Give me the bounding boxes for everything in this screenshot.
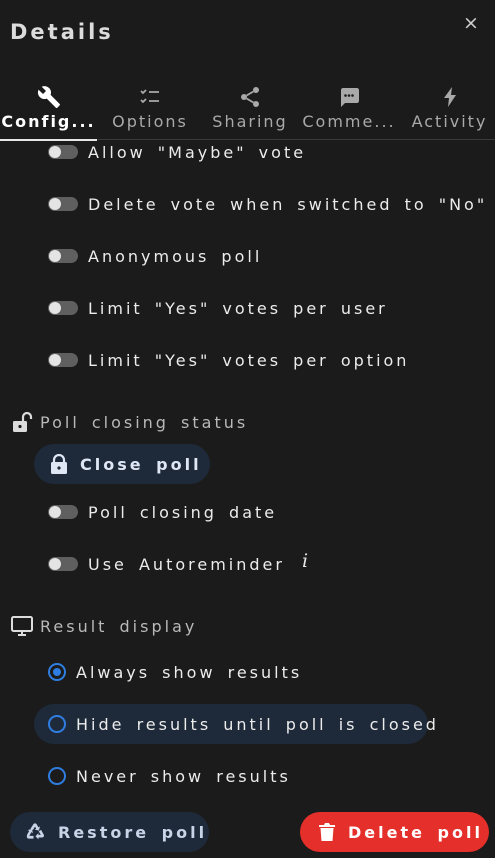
toggle-row-autoreminder: Use Autoreminder bbox=[48, 551, 285, 577]
wrench-icon bbox=[37, 86, 60, 108]
share-icon bbox=[241, 87, 259, 107]
toggle-row-anonymous: Anonymous poll bbox=[48, 243, 262, 269]
tab-configuration[interactable]: Config... bbox=[0, 80, 97, 141]
close-poll-button[interactable]: Close poll bbox=[34, 444, 210, 484]
lightning-icon bbox=[443, 87, 456, 107]
toggle-label: Limit "Yes" votes per option bbox=[88, 350, 410, 370]
result-option-always[interactable]: Always show results bbox=[34, 652, 302, 692]
recycle-icon bbox=[26, 823, 45, 840]
tab-label: Comme... bbox=[302, 112, 396, 131]
allow-maybe-toggle[interactable] bbox=[48, 145, 78, 159]
section-title: Result display bbox=[40, 616, 198, 636]
result-display-heading: Result display bbox=[10, 613, 197, 639]
toggle-label: Allow "Maybe" vote bbox=[88, 142, 307, 162]
close-poll-label: Close poll bbox=[80, 454, 202, 474]
tab-label: Activity bbox=[411, 112, 488, 131]
delete-poll-button[interactable]: Delete poll bbox=[300, 812, 489, 852]
radio-label: Always show results bbox=[76, 662, 303, 682]
toggle-row-allow-maybe: Allow "Maybe" vote bbox=[48, 139, 306, 165]
radio-button[interactable] bbox=[48, 715, 66, 733]
delete-vote-toggle[interactable] bbox=[48, 197, 78, 211]
delete-poll-label: Delete poll bbox=[348, 822, 483, 842]
tab-bar: Config... Options Sharing Comme... Activ… bbox=[0, 80, 495, 141]
toggle-row-delete-vote: Delete vote when switched to "No" bbox=[48, 191, 487, 217]
anonymous-poll-toggle[interactable] bbox=[48, 249, 78, 263]
result-option-never[interactable]: Never show results bbox=[34, 756, 291, 796]
panel-title: Details bbox=[10, 20, 114, 44]
monitor-icon bbox=[11, 616, 33, 636]
autoreminder-toggle[interactable] bbox=[48, 557, 78, 571]
section-title: Poll closing status bbox=[40, 412, 249, 432]
radio-label: Hide results until poll is closed bbox=[76, 714, 439, 734]
toggle-label: Poll closing date bbox=[88, 502, 278, 522]
tab-activity[interactable]: Activity bbox=[404, 80, 495, 140]
tab-label: Sharing bbox=[212, 112, 288, 131]
toggle-label: Anonymous poll bbox=[88, 246, 263, 266]
toggle-label: Limit "Yes" votes per user bbox=[88, 298, 388, 318]
radio-button[interactable] bbox=[48, 767, 66, 785]
checklist-icon bbox=[140, 89, 159, 104]
unlock-icon bbox=[13, 411, 33, 432]
info-icon[interactable]: i bbox=[302, 550, 308, 572]
restore-poll-label: Restore poll bbox=[58, 822, 208, 842]
close-icon[interactable]: × bbox=[461, 12, 481, 34]
comment-icon bbox=[341, 88, 359, 107]
toggle-row-limit-user: Limit "Yes" votes per user bbox=[48, 295, 388, 321]
tab-label: Options bbox=[112, 112, 188, 131]
toggle-label: Delete vote when switched to "No" bbox=[88, 194, 488, 214]
toggle-row-closing-date: Poll closing date bbox=[48, 499, 277, 525]
restore-poll-button[interactable]: Restore poll bbox=[10, 812, 209, 852]
limit-yes-per-user-toggle[interactable] bbox=[48, 301, 78, 315]
poll-closing-heading: Poll closing status bbox=[10, 409, 248, 435]
tab-options[interactable]: Options bbox=[100, 80, 200, 140]
radio-label: Never show results bbox=[76, 766, 291, 786]
limit-yes-per-option-toggle[interactable] bbox=[48, 353, 78, 367]
tab-sharing[interactable]: Sharing bbox=[206, 80, 294, 140]
tab-label: Config... bbox=[1, 112, 96, 131]
poll-closing-date-toggle[interactable] bbox=[48, 505, 78, 519]
radio-button[interactable] bbox=[48, 663, 66, 681]
trash-icon bbox=[319, 823, 335, 841]
lock-icon bbox=[51, 454, 67, 474]
toggle-label: Use Autoreminder bbox=[88, 554, 285, 574]
result-option-hide[interactable]: Hide results until poll is closed bbox=[34, 704, 436, 744]
tab-comments[interactable]: Comme... bbox=[302, 80, 396, 140]
toggle-row-limit-option: Limit "Yes" votes per option bbox=[48, 347, 409, 373]
